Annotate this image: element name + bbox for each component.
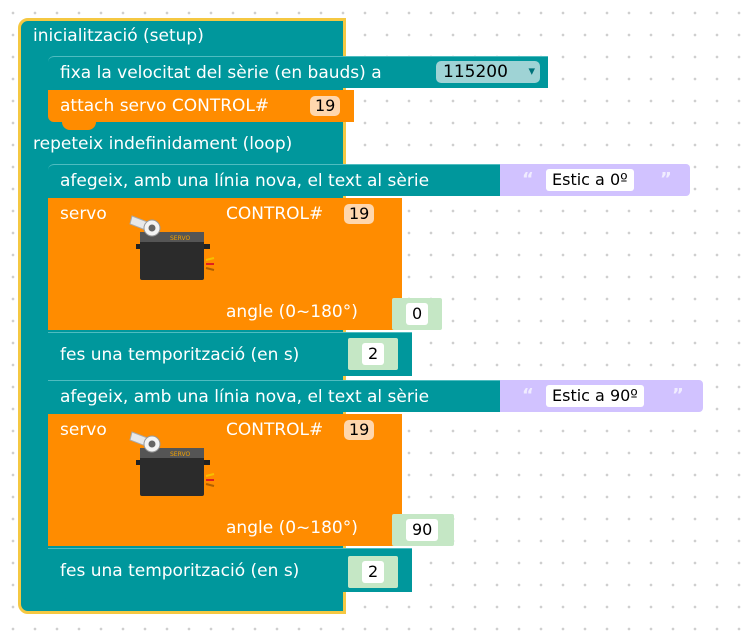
delay-value-2[interactable]: 2 [362, 561, 385, 583]
baud-value: 115200 [443, 62, 508, 82]
serial-println-label-1: afegeix, amb una línia nova, el text al … [60, 171, 430, 191]
servo-label-2: servo [60, 420, 107, 440]
servo-angle-label-1: angle (0~180°) [226, 302, 358, 322]
angle-value-2[interactable]: 90 [406, 519, 439, 541]
angle-input-2[interactable]: 90 [392, 514, 454, 546]
servo-angle-label-2: angle (0~180°) [226, 518, 358, 538]
delay-value-1[interactable]: 2 [362, 343, 385, 365]
servo-motor-icon: SERVO [129, 215, 215, 280]
setup-header[interactable]: inicialització (setup) [33, 26, 204, 46]
servo-motor-icon: SERVO [129, 431, 215, 496]
quote-close-icon: ” [660, 169, 672, 190]
text-value-2[interactable]: Estic a 90º [546, 385, 644, 407]
quote-open-icon: “ [522, 169, 534, 190]
servo-label-1: servo [60, 204, 107, 224]
attach-servo-label: attach servo CONTROL# [60, 96, 270, 116]
text-block-2[interactable]: “ Estic a 90º ” [500, 380, 703, 412]
svg-text:SERVO: SERVO [170, 451, 190, 458]
serial-speed-block[interactable]: fixa la velocitat del sèrie (en bauds) a… [48, 56, 548, 88]
delay-connector-2 [62, 592, 96, 600]
delay-input-1[interactable]: 2 [348, 338, 398, 370]
servo-pin-value-2[interactable]: 19 [344, 420, 375, 440]
angle-input-1[interactable]: 0 [392, 298, 442, 330]
serial-println-block-1[interactable]: afegeix, amb una línia nova, el text al … [48, 164, 512, 196]
attach-servo-block[interactable]: attach servo CONTROL# 19 [48, 90, 354, 122]
quote-close-icon: ” [672, 385, 684, 406]
baud-dropdown[interactable]: 115200 ▾ [436, 61, 540, 83]
quote-open-icon: “ [522, 385, 534, 406]
servo-block-2[interactable]: servo CONTROL# 19 angle (0~180°) SERVO [48, 414, 402, 546]
servo-control-label-2: CONTROL# [226, 420, 324, 440]
angle-value-1[interactable]: 0 [406, 303, 429, 325]
serial-println-block-2[interactable]: afegeix, amb una línia nova, el text al … [48, 380, 512, 412]
chevron-down-icon: ▾ [528, 64, 535, 79]
serial-speed-label: fixa la velocitat del sèrie (en bauds) a [60, 63, 382, 83]
attach-connector [62, 122, 96, 130]
servo-block-1[interactable]: servo CONTROL# 19 angle (0~180°) SERVO [48, 198, 402, 330]
serial-println-label-2: afegeix, amb una línia nova, el text al … [60, 387, 430, 407]
loop-header[interactable]: repeteix indefinidament (loop) [33, 134, 292, 154]
svg-text:SERVO: SERVO [170, 235, 190, 242]
servo-pin-value-1[interactable]: 19 [344, 204, 375, 224]
text-block-1[interactable]: “ Estic a 0º ” [500, 164, 690, 196]
servo-control-label-1: CONTROL# [226, 204, 324, 224]
delay-input-2[interactable]: 2 [348, 556, 398, 588]
text-value-1[interactable]: Estic a 0º [546, 169, 634, 191]
delay-label-2: fes una temporització (en s) [60, 561, 300, 581]
delay-label-1: fes una temporització (en s) [60, 345, 300, 365]
attach-pin-value[interactable]: 19 [310, 96, 341, 116]
